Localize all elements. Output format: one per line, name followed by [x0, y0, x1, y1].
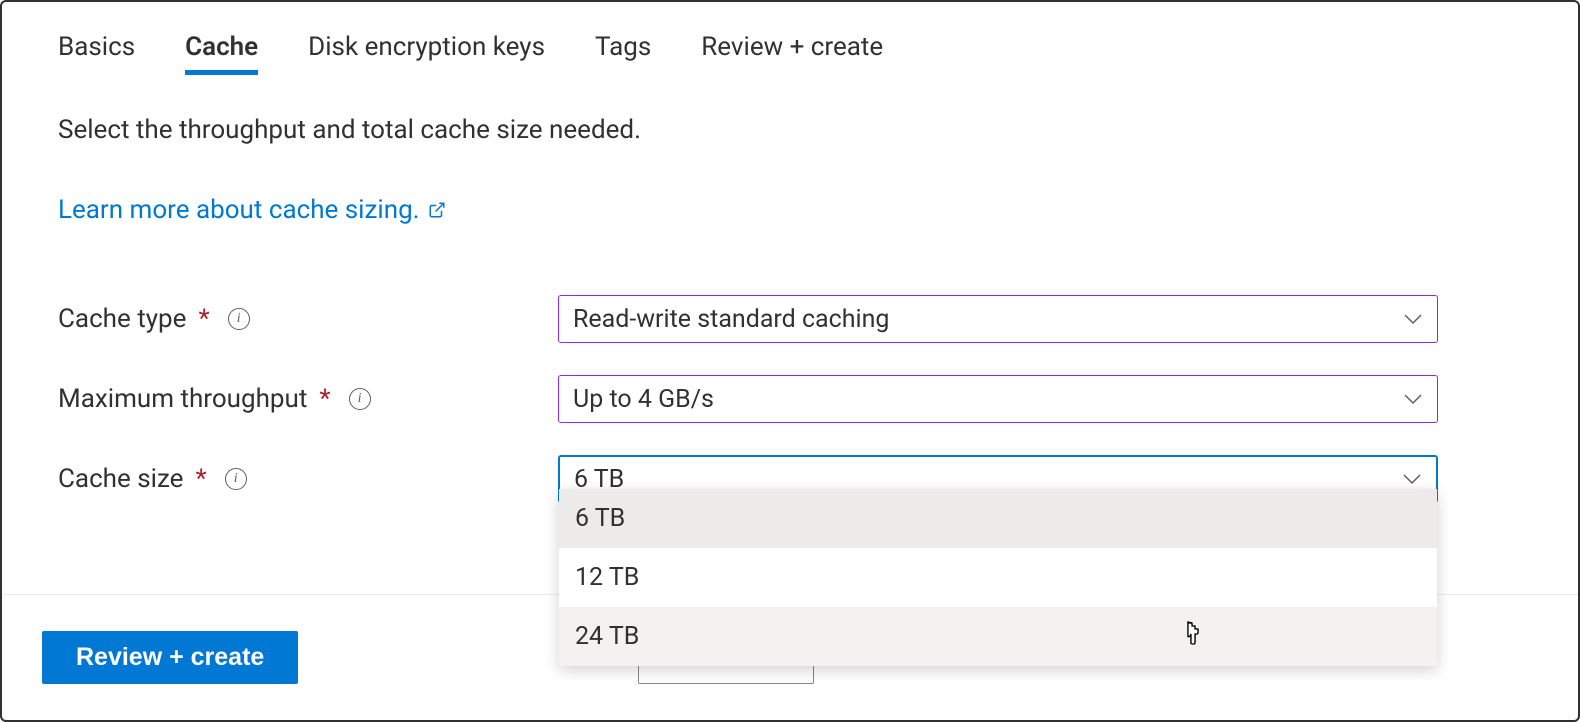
dropdown-cache-size: 6 TB 12 TB 24 TB: [559, 489, 1437, 666]
dropdown-option-6tb[interactable]: 6 TB: [559, 489, 1437, 548]
label-cache-size: Cache size * i: [58, 464, 558, 494]
info-icon[interactable]: i: [228, 308, 250, 330]
dropdown-option-12tb[interactable]: 12 TB: [559, 548, 1437, 607]
required-indicator: *: [195, 464, 206, 494]
select-cache-type[interactable]: Read-write standard caching: [558, 295, 1438, 343]
dropdown-option-24tb[interactable]: 24 TB: [559, 607, 1437, 666]
tab-review-create[interactable]: Review + create: [701, 32, 883, 75]
info-icon[interactable]: i: [349, 388, 371, 410]
tabs-nav: Basics Cache Disk encryption keys Tags R…: [58, 32, 1522, 75]
tab-description: Select the throughput and total cache si…: [58, 115, 1522, 145]
label-max-throughput: Maximum throughput * i: [58, 384, 558, 414]
form-row-max-throughput: Maximum throughput * i Up to 4 GB/s: [58, 375, 1522, 423]
tab-basics[interactable]: Basics: [58, 32, 135, 75]
select-max-throughput-value: Up to 4 GB/s: [573, 385, 714, 414]
info-icon[interactable]: i: [225, 468, 247, 490]
chevron-down-icon: [1402, 473, 1422, 485]
external-link-icon: [428, 201, 446, 219]
required-indicator: *: [198, 304, 209, 334]
form-row-cache-type: Cache type * i Read-write standard cachi…: [58, 295, 1522, 343]
chevron-down-icon: [1403, 393, 1423, 405]
chevron-down-icon: [1403, 313, 1423, 325]
tab-cache[interactable]: Cache: [185, 32, 258, 75]
learn-more-text: Learn more about cache sizing.: [58, 195, 420, 225]
tab-disk-encryption-keys[interactable]: Disk encryption keys: [308, 32, 545, 75]
tab-tags[interactable]: Tags: [595, 32, 651, 75]
pointer-cursor-icon: [1179, 619, 1207, 647]
label-cache-type: Cache type * i: [58, 304, 558, 334]
required-indicator: *: [319, 384, 330, 414]
select-cache-type-value: Read-write standard caching: [573, 305, 889, 334]
learn-more-link[interactable]: Learn more about cache sizing.: [58, 195, 446, 225]
review-create-button[interactable]: Review + create: [42, 631, 298, 684]
select-max-throughput[interactable]: Up to 4 GB/s: [558, 375, 1438, 423]
